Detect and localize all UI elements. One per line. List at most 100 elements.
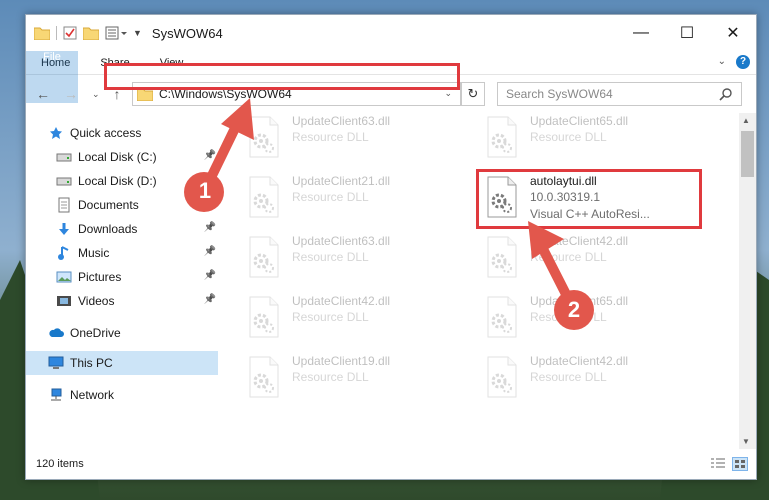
recent-locations-icon[interactable]: ⌄	[92, 89, 100, 100]
file-name: UpdateClient42.dll	[292, 294, 391, 308]
pin-icon[interactable]: 📌	[204, 294, 216, 305]
sidebar-item[interactable]: Videos 📌	[26, 289, 218, 313]
vertical-scrollbar[interactable]: ▲ ▼	[739, 113, 756, 449]
navigation-buttons: ← → ⌄ ↑	[26, 86, 121, 102]
file-info: UpdateClient42.dll Resource DLL	[292, 293, 390, 326]
file-description: Resource DLL	[292, 250, 369, 264]
close-button[interactable]: ✕	[710, 15, 756, 51]
minimize-button[interactable]: —	[618, 15, 664, 51]
pin-icon[interactable]: 📌	[204, 246, 216, 257]
sidebar-item[interactable]: This PC	[26, 351, 218, 375]
tab-view[interactable]: View	[145, 51, 199, 74]
search-icon	[719, 88, 732, 101]
file-name: UpdateClient63.dll	[292, 114, 391, 128]
main-area: Quick access Local Disk (C:) 📌 Local Disk (…	[26, 113, 756, 449]
sidebar-item-label: Network	[70, 388, 115, 402]
file-info: UpdateClient63.dll Resource DLL	[292, 233, 390, 266]
file-item[interactable]: UpdateClient19.dll Resource DLL	[246, 353, 464, 405]
file-description: Resource DLL	[292, 130, 369, 144]
pin-icon[interactable]: 📌	[204, 222, 216, 233]
back-arrow-icon[interactable]: ←	[36, 86, 50, 102]
callout-number-1: 1	[198, 178, 212, 203]
expand-ribbon-icon[interactable]: ⌄	[718, 56, 726, 67]
scrollbar-thumb[interactable]	[741, 131, 754, 177]
up-arrow-icon[interactable]: ↑	[114, 86, 121, 102]
search-placeholder: Search SysWOW64	[506, 87, 613, 101]
help-icon[interactable]: ?	[736, 55, 750, 69]
folder-icon	[137, 88, 153, 101]
details-view-icon[interactable]	[710, 457, 726, 471]
file-name: UpdateClient19.dll	[292, 354, 391, 368]
file-info: UpdateClient21.dll Resource DLL	[292, 173, 390, 206]
sidebar-item-label: Downloads	[78, 222, 138, 236]
explorer-window: ▼ SysWOW64 — ☐ ✕ File Home Share View ⌄ …	[25, 14, 757, 480]
properties-icon[interactable]	[63, 26, 77, 40]
file-info: UpdateClient63.dll Resource DLL	[292, 113, 390, 146]
callout-arrow-1	[184, 98, 254, 212]
file-item[interactable]: UpdateClient65.dll Resource DLL	[484, 113, 702, 165]
sidebar-item[interactable]: OneDrive	[26, 321, 218, 345]
quick-access-toolbar: ▼	[26, 26, 142, 40]
dll-file-icon	[484, 295, 520, 339]
scroll-up-icon[interactable]: ▲	[742, 116, 750, 125]
folder-icon	[34, 27, 50, 40]
file-description: 10.0.30319.1	[530, 190, 601, 204]
sidebar-item[interactable]: Pictures 📌	[26, 265, 218, 289]
file-name: UpdateClient65.dll	[530, 114, 629, 128]
star-icon	[48, 125, 64, 141]
tiles-view-icon[interactable]	[732, 457, 748, 471]
file-description: Resource DLL	[530, 130, 607, 144]
ribbon-tabs: File Home Share View ⌄ ?	[26, 51, 756, 103]
dll-file-icon	[246, 295, 282, 339]
sidebar-item-label: This PC	[70, 356, 113, 370]
maximize-button[interactable]: ☐	[664, 15, 710, 51]
file-description: Resource DLL	[292, 190, 369, 204]
dll-file-icon	[484, 355, 520, 399]
view-menu-icon[interactable]	[105, 26, 127, 40]
window-controls: — ☐ ✕	[618, 15, 756, 51]
sidebar-item-label: Local Disk (D:)	[78, 174, 157, 188]
callout-number-2: 2	[567, 297, 581, 322]
download-icon	[56, 221, 72, 237]
dll-file-icon	[484, 175, 520, 219]
dll-file-icon	[484, 235, 520, 279]
file-name: UpdateClient63.dll	[292, 234, 391, 248]
dll-file-icon	[484, 115, 520, 159]
drive-icon	[56, 149, 72, 165]
pin-icon[interactable]: 📌	[204, 270, 216, 281]
network-icon	[48, 387, 64, 403]
dll-file-icon	[246, 355, 282, 399]
window-title: SysWOW64	[151, 25, 223, 41]
file-item[interactable]: UpdateClient42.dll Resource DLL	[484, 353, 702, 405]
address-dropdown-icon[interactable]: ⌄	[444, 88, 452, 99]
view-toggle	[710, 457, 748, 471]
address-row: ← → ⌄ ↑ C:\Windows\SysWOW64 ⌄ ↻ Search S…	[26, 75, 756, 113]
cloud-icon	[48, 325, 64, 341]
sidebar-item-label: Quick access	[70, 126, 142, 140]
file-list: ▲ ▼ UpdateClient63.dll Resource DLL Update…	[218, 113, 756, 449]
forward-arrow-icon[interactable]: →	[64, 86, 78, 102]
file-name: UpdateClient21.dll	[292, 174, 391, 188]
music-icon	[56, 245, 72, 261]
sidebar-item[interactable]: Network	[26, 383, 218, 407]
item-count: 120 items	[36, 458, 84, 470]
toolbar-dropdown-icon[interactable]: ▼	[133, 28, 142, 38]
drive-icon	[56, 173, 72, 189]
dll-file-icon	[246, 235, 282, 279]
search-input[interactable]: Search SysWOW64	[497, 82, 742, 106]
sidebar-item-label: Documents	[78, 198, 139, 212]
refresh-button[interactable]: ↻	[461, 82, 485, 106]
file-item[interactable]: UpdateClient42.dll Resource DLL	[246, 293, 464, 345]
new-folder-icon[interactable]	[83, 26, 99, 40]
scroll-down-icon[interactable]: ▼	[742, 437, 750, 446]
file-name: UpdateClient42.dll	[530, 354, 629, 368]
sidebar-item[interactable]: Music 📌	[26, 241, 218, 265]
sidebar-item-label: Local Disk (C:)	[78, 150, 157, 164]
file-description: Resource DLL	[530, 370, 607, 384]
sidebar-item-label: Pictures	[78, 270, 122, 284]
sidebar-item-label: OneDrive	[70, 326, 121, 340]
file-item[interactable]: UpdateClient63.dll Resource DLL	[246, 233, 464, 285]
title-bar: ▼ SysWOW64 — ☐ ✕	[26, 15, 756, 51]
divider	[56, 26, 57, 40]
tab-share[interactable]: Share	[85, 51, 144, 74]
